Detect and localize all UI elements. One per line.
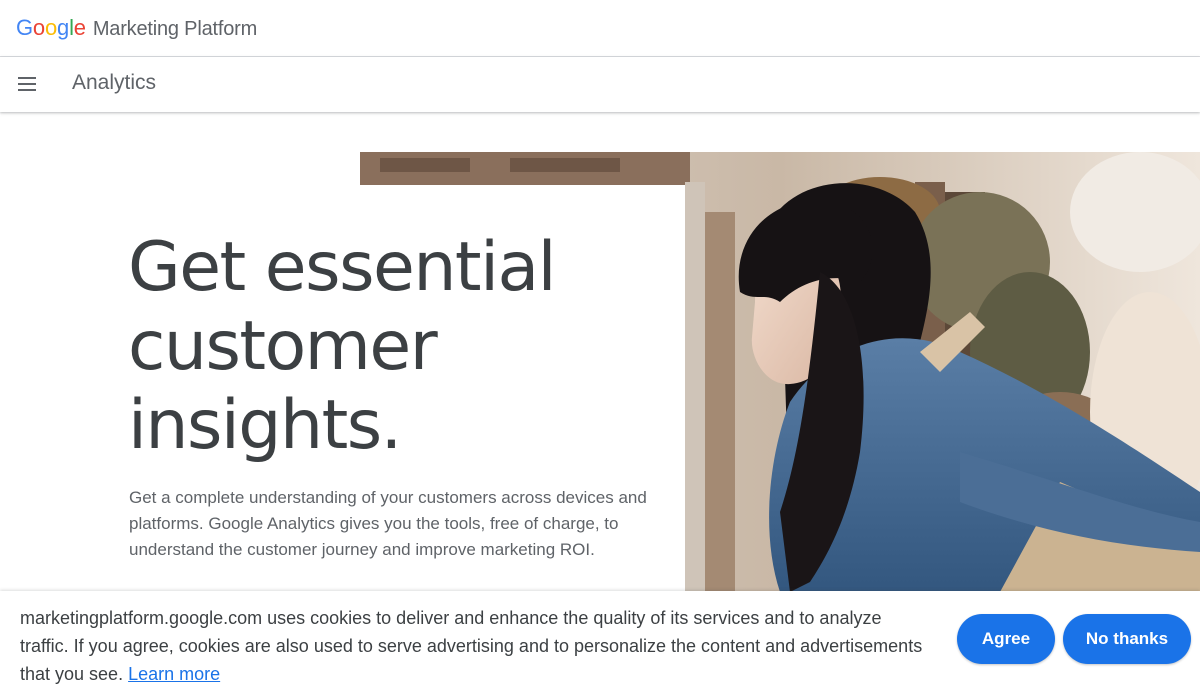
product-title[interactable]: Analytics [72,71,156,95]
agree-button[interactable]: Agree [957,614,1055,664]
headline-line: customer [128,307,438,386]
hero-description: Get a complete understanding of your cus… [129,488,647,559]
headline-line: Get essential [128,228,557,307]
cookie-consent-banner: marketingplatform.google.com uses cookie… [0,591,1200,700]
brand-name: Marketing Platform [92,18,258,40]
google-letter: o [32,15,45,40]
no-thanks-button[interactable]: No thanks [1063,614,1191,664]
cookie-notice-text: marketingplatform.google.com uses cookie… [20,604,930,688]
google-letter: g [57,15,70,40]
headline-line: insights. [128,386,402,465]
hamburger-menu-icon [18,77,36,91]
product-navbar: Analytics [0,57,1200,112]
hamburger-menu-button[interactable] [10,66,46,102]
google-letter: e [73,15,86,40]
google-letter: G [16,15,33,40]
hero-headline: Get essential customer insights. [128,228,668,465]
brand-header: Google Marketing Platform [0,0,1200,57]
learn-more-link[interactable]: Learn more [128,664,220,684]
google-letter: o [44,15,58,40]
google-marketing-platform-logo[interactable]: Google Marketing Platform [16,15,257,42]
google-wordmark: Google [16,15,86,41]
